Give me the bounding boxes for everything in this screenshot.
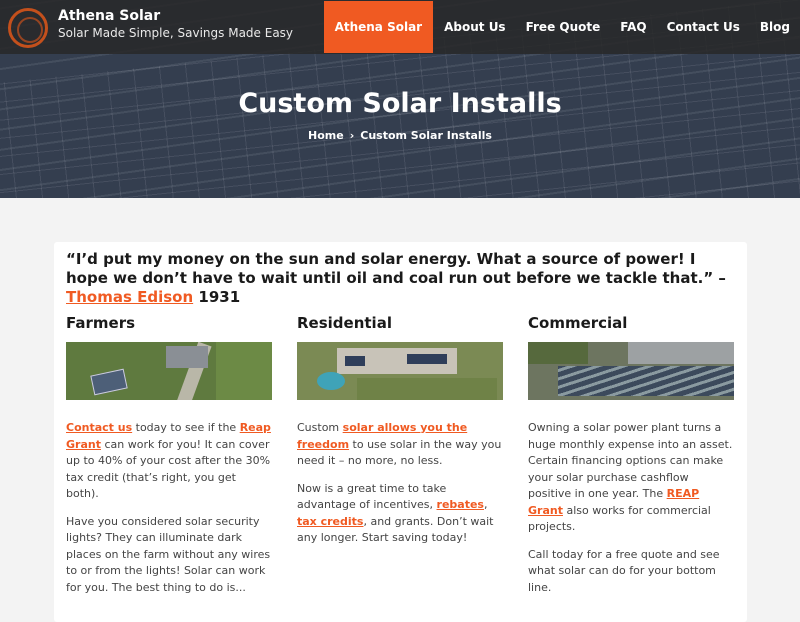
commercial-paragraph-1: Owning a solar power plant turns a huge … <box>528 420 734 536</box>
residential-column: Residential Custom solar allows you the … <box>297 314 503 558</box>
thomas-edison-link[interactable]: Thomas Edison <box>66 288 193 306</box>
text-span: Now is a great time to take advantage of… <box>297 481 447 512</box>
text-span: today to see if the <box>132 421 240 434</box>
farmers-heading: Farmers <box>66 314 136 332</box>
site-title[interactable]: Athena Solar <box>58 8 160 24</box>
content-card: “I’d put my money on the sun and solar e… <box>54 242 747 622</box>
commercial-column: Commercial Owning a solar power plant tu… <box>528 314 734 607</box>
farmers-paragraph-1: Contact us today to see if the Reap Gran… <box>66 420 272 503</box>
nav-faq[interactable]: FAQ <box>610 0 656 54</box>
commercial-body: Owning a solar power plant turns a huge … <box>528 420 734 596</box>
rebates-link[interactable]: rebates <box>437 498 484 511</box>
page-title: Custom Solar Installs <box>238 88 562 119</box>
residential-heading: Residential <box>297 314 392 332</box>
commercial-aerial-image <box>528 342 734 400</box>
breadcrumb-current: Custom Solar Installs <box>360 129 492 142</box>
breadcrumb-home-link[interactable]: Home <box>308 129 344 142</box>
farmers-column: Farmers Contact us today to see if the R… <box>66 314 272 607</box>
farmers-paragraph-2: Have you considered solar security light… <box>66 514 271 594</box>
commercial-paragraph-2: Call today for a free quote and see what… <box>528 547 720 594</box>
commercial-heading: Commercial <box>528 314 628 332</box>
hero-banner: Athena Solar Solar Made Simple, Savings … <box>0 0 800 198</box>
nav-free-quote[interactable]: Free Quote <box>516 0 611 54</box>
text-span: Custom <box>297 421 343 434</box>
breadcrumb: Home › Custom Solar Installs <box>0 129 800 142</box>
nav-athena-solar[interactable]: Athena Solar <box>323 1 434 53</box>
main-menu: Athena Solar About Us Free Quote FAQ Con… <box>323 0 800 54</box>
residential-aerial-image <box>297 342 503 400</box>
farmers-body: Contact us today to see if the Reap Gran… <box>66 420 272 596</box>
breadcrumb-separator-icon: › <box>349 129 355 142</box>
athena-solar-logo-icon[interactable] <box>8 8 48 48</box>
nav-contact-us[interactable]: Contact Us <box>657 0 750 54</box>
quote-text: “I’d put my money on the sun and solar e… <box>66 250 726 287</box>
residential-body: Custom solar allows you the freedom to u… <box>297 420 503 547</box>
residential-paragraph-2: Now is a great time to take advantage of… <box>297 481 503 547</box>
farm-aerial-image <box>66 342 272 400</box>
contact-us-link[interactable]: Contact us <box>66 421 132 434</box>
quote-year: 1931 <box>198 288 241 306</box>
tax-credits-link[interactable]: tax credits <box>297 515 363 528</box>
text-span: Owning a solar power plant turns a huge … <box>528 421 733 500</box>
site-tagline: Solar Made Simple, Savings Made Easy <box>58 26 294 40</box>
nav-blog[interactable]: Blog <box>750 0 800 54</box>
residential-paragraph-1: Custom solar allows you the freedom to u… <box>297 420 503 470</box>
edison-quote: “I’d put my money on the sun and solar e… <box>66 250 736 307</box>
top-navigation-bar: Athena Solar Solar Made Simple, Savings … <box>0 0 800 54</box>
text-span: , <box>483 498 488 511</box>
nav-about-us[interactable]: About Us <box>434 0 515 54</box>
